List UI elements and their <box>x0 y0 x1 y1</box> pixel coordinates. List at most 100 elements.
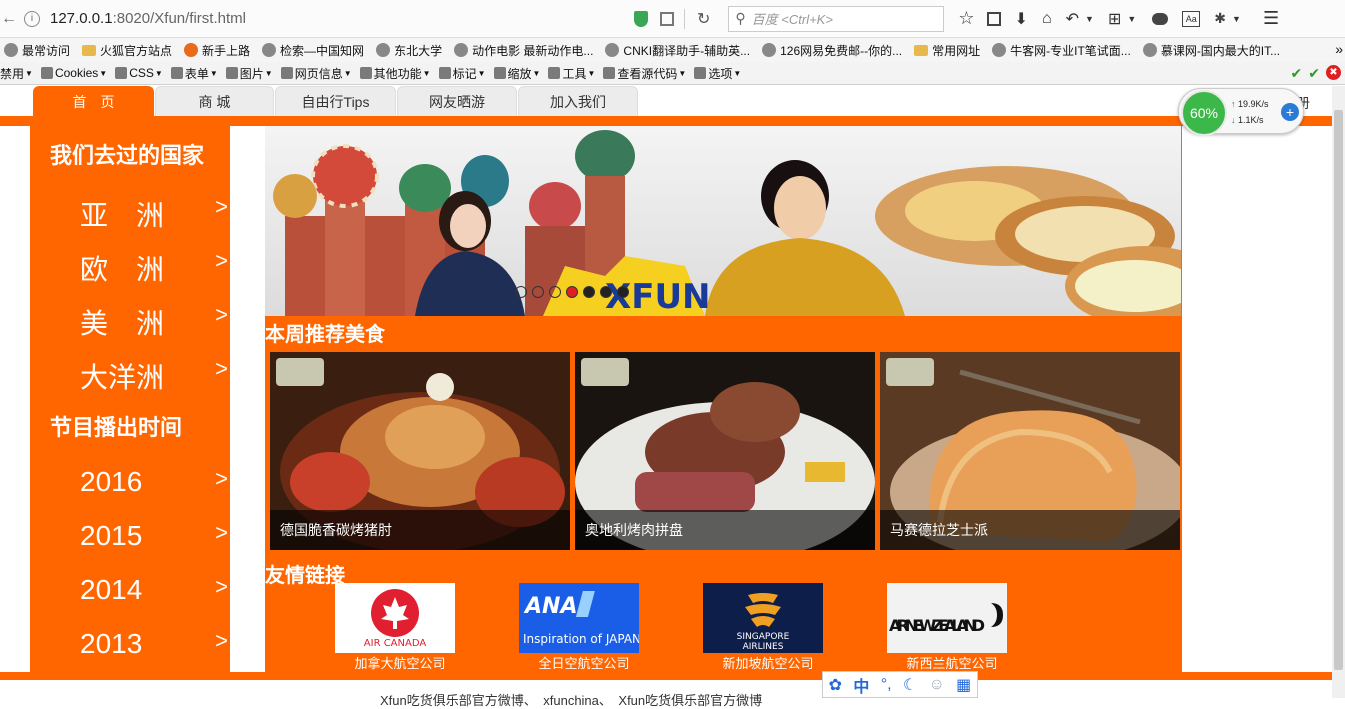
user-icon[interactable]: ☺ <box>929 676 945 694</box>
check-icon[interactable]: ✔ <box>1308 65 1320 82</box>
sidebar-item-2016[interactable]: 2016 > <box>80 466 228 498</box>
chevron-down-icon: ▼ <box>264 68 273 78</box>
home-icon[interactable]: ⌂ <box>1042 10 1052 28</box>
ime-toolbar[interactable]: ✿ 中 °, ☾ ☺ ▦ <box>822 671 978 698</box>
toolbar-item-icon <box>694 67 707 79</box>
tab-home[interactable]: 首 页 <box>33 86 154 116</box>
bookmark-item[interactable]: 常用网址 <box>914 42 980 59</box>
chevron-down-icon[interactable]: ▼ <box>1127 14 1136 24</box>
carousel-dot[interactable] <box>532 286 544 298</box>
bookmark-item[interactable]: 126网易免费邮--你的... <box>762 42 902 59</box>
banner-carousel[interactable]: XFUN <box>265 126 1181 316</box>
food-card[interactable]: 马赛德拉芝士派 <box>880 352 1180 550</box>
air-new-zealand-logo[interactable]: AIR NEW ZEALAND <box>887 583 1007 653</box>
chevron-down-icon: ▼ <box>343 68 352 78</box>
tab-travel[interactable]: 网友晒游 <box>397 86 517 116</box>
toolbar-menu-item[interactable]: CSS ▼ <box>115 66 163 80</box>
plus-icon[interactable]: + <box>1281 103 1299 121</box>
singapore-airlines-logo[interactable]: SINGAPORE AIRLINES <box>703 583 823 653</box>
chat-icon[interactable] <box>1152 12 1169 25</box>
bookmark-item[interactable]: 东北大学 <box>376 42 442 59</box>
toolbar-menu-item[interactable]: 图片 ▼ <box>225 65 273 82</box>
bookmark-item[interactable]: 牛客网-专业IT笔试面... <box>992 42 1131 59</box>
chevron-down-icon[interactable]: ▼ <box>1085 14 1094 24</box>
airline-label[interactable]: 加拿大航空公司 <box>330 653 470 672</box>
bookmark-label: 新手上路 <box>202 43 251 58</box>
menu-icon[interactable]: ☰ <box>1263 8 1279 29</box>
grid-icon[interactable]: ▦ <box>956 675 971 695</box>
shield-icon[interactable] <box>634 10 648 27</box>
bookmark-item[interactable]: 最常访问 <box>4 42 70 59</box>
punctuation-icon[interactable]: °, <box>881 676 892 694</box>
airline-label[interactable]: 新加坡航空公司 <box>698 653 838 672</box>
crop-icon[interactable]: ⊞ <box>1108 9 1121 29</box>
sidebar-item-asia[interactable]: 亚 洲 > <box>80 194 228 234</box>
bookmark-item[interactable]: 火狐官方站点 <box>82 42 172 59</box>
food-card[interactable]: 德国脆香碳烤猪肘 <box>270 352 570 550</box>
toolbar-menu-item[interactable]: 选项 ▼ <box>694 65 741 82</box>
sidebar-item-europe[interactable]: 欧 洲 > <box>80 248 228 288</box>
toolbar-menu-item[interactable]: 表单 ▼ <box>170 65 218 82</box>
tab-shop[interactable]: 商 城 <box>155 86 274 116</box>
qrcode-icon[interactable] <box>660 11 674 26</box>
bookmark-item[interactable]: 动作电影 最新动作电... <box>454 42 593 59</box>
toolbar-item-icon <box>603 67 616 79</box>
moon-icon[interactable]: ☾ <box>903 675 917 695</box>
sidebar-item-label: 美 洲 <box>80 308 165 339</box>
font-icon[interactable]: Aa <box>1182 10 1201 27</box>
network-speed-widget[interactable]: 60% ↑ 19.9K/s ↓ 1.1K/s + <box>1178 88 1304 136</box>
check-icon[interactable]: ✔ <box>1291 65 1303 82</box>
reload-icon[interactable]: ↻ <box>697 9 710 29</box>
carousel-dot[interactable] <box>583 286 595 298</box>
food-caption: 马赛德拉芝士派 <box>880 510 1180 550</box>
paw-icon[interactable]: ✿ <box>829 675 842 695</box>
tab-tips[interactable]: 自由行Tips <box>275 86 396 116</box>
ana-logo[interactable]: ANA Inspiration of JAPAN <box>519 583 641 653</box>
back-icon[interactable]: ← <box>0 10 18 28</box>
air-canada-logo[interactable]: AIR CANADA <box>335 583 455 653</box>
globe-icon <box>762 43 777 57</box>
toolbar-menu-item[interactable]: 其他功能 ▼ <box>359 65 431 82</box>
chevron-down-icon[interactable]: ▼ <box>1232 14 1241 24</box>
carousel-dot[interactable] <box>566 286 578 298</box>
sidebar-item-2013[interactable]: 2013 > <box>80 628 228 660</box>
food-caption: 奥地利烤肉拼盘 <box>575 510 875 550</box>
toolbar-menu-item[interactable]: 标记 ▼ <box>438 65 486 82</box>
toolbar-menu-item[interactable]: Cookies ▼ <box>40 66 107 80</box>
url-field[interactable]: 127.0.0.1:8020/Xfun/first.html <box>50 10 590 27</box>
carousel-dot[interactable] <box>600 286 612 298</box>
star-icon[interactable]: ☆ <box>958 8 974 29</box>
reading-list-icon[interactable] <box>986 11 1001 26</box>
sidebar-item-2014[interactable]: 2014 > <box>80 574 228 606</box>
carousel-dot[interactable] <box>617 286 629 298</box>
undo-icon[interactable]: ↶ <box>1066 9 1079 29</box>
sidebar-item-oceania[interactable]: 大洋洲 > <box>80 356 228 396</box>
toolbar-item-icon <box>438 67 451 79</box>
carousel-dot[interactable] <box>549 286 561 298</box>
bookmark-item[interactable]: 慕课网-国内最大的IT... <box>1142 42 1280 59</box>
toolbar-menu-item[interactable]: 查看源代码 ▼ <box>603 65 686 82</box>
sidebar-item-america[interactable]: 美 洲 > <box>80 302 228 342</box>
search-box[interactable]: ⚲ 百度 <Ctrl+K> <box>728 5 945 32</box>
bug-icon[interactable]: ✱ <box>1214 10 1226 27</box>
download-icon[interactable]: ⬇ <box>1015 9 1028 29</box>
bookmark-item[interactable]: 检索—中国知网 <box>262 42 364 59</box>
info-icon[interactable]: i <box>24 10 40 27</box>
bookmarks-more-icon[interactable]: » <box>1335 41 1343 57</box>
chevron-down-icon: ▼ <box>477 68 486 78</box>
food-card[interactable]: 奥地利烤肉拼盘 <box>575 352 875 550</box>
bookmark-item[interactable]: CNKI翻译助手-辅助英... <box>605 42 750 59</box>
carousel-dot[interactable] <box>515 286 527 298</box>
scrollbar-thumb[interactable] <box>1334 110 1343 670</box>
toolbar-menu-item[interactable]: 缩放 ▼ <box>493 65 540 82</box>
airline-label[interactable]: 全日空航空公司 <box>514 653 654 672</box>
toolbar-menu-item[interactable]: 禁用 ▼ <box>0 65 33 82</box>
tab-join[interactable]: 加入我们 <box>518 86 638 116</box>
bookmark-item[interactable]: 新手上路 <box>184 42 250 59</box>
toolbar-menu-item[interactable]: 网页信息 ▼ <box>280 65 352 82</box>
ime-mode-label[interactable]: 中 <box>853 673 869 697</box>
sidebar-item-2015[interactable]: 2015 > <box>80 520 228 552</box>
close-icon[interactable]: ✖ <box>1326 65 1341 80</box>
toolbar-menu-item[interactable]: 工具 ▼ <box>548 65 595 82</box>
airline-label[interactable]: 新西兰航空公司 <box>882 653 1022 672</box>
